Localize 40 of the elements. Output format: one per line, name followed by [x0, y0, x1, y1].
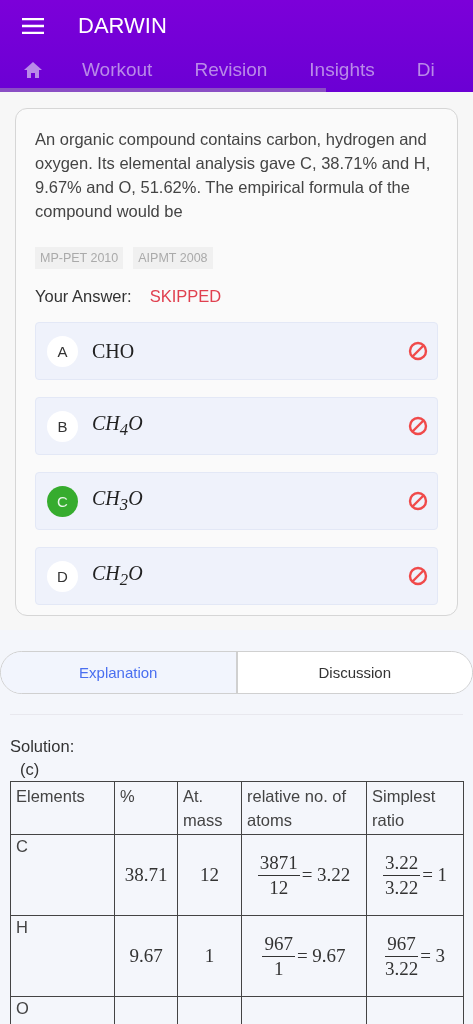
blocked-icon [408, 416, 428, 436]
column-header: Elements [10, 781, 115, 835]
option-formula: CH$_{2}$O [92, 562, 143, 584]
table-cell: C [16, 837, 28, 855]
option-letter: A [47, 335, 78, 367]
option-formula: CH$_{4}$O [92, 412, 143, 434]
table-cell: O [16, 999, 29, 1017]
solution-heading: Solution: [10, 737, 76, 756]
option-letter: D [47, 560, 78, 592]
solution-answer: (c) [20, 760, 41, 779]
segment-tab[interactable]: Discussion [235, 652, 472, 693]
home-icon [24, 62, 42, 78]
app-title: DARWIN [78, 13, 167, 39]
answer-option[interactable]: C CH$_{3}$O [35, 472, 438, 530]
table-cell: 12 [200, 864, 219, 885]
table-cell: H [16, 918, 28, 936]
answer-option[interactable]: D CH$_{2}$O [35, 547, 438, 605]
table-cell: 1 [204, 945, 215, 966]
exam-tag: AIPMT 2008 [133, 247, 213, 269]
column-header: % [114, 781, 178, 835]
answer-label: Your Answer: [35, 287, 132, 306]
menu-icon[interactable] [22, 18, 44, 34]
option-formula: CHO [92, 339, 135, 362]
answer-option[interactable]: A CHO [35, 322, 438, 380]
home-tab[interactable] [24, 62, 42, 78]
blocked-icon [408, 566, 428, 586]
column-header: Simplest ratio [366, 781, 464, 835]
column-header: relative no. of atoms [241, 781, 367, 835]
option-letter: B [47, 410, 78, 442]
option-letter: C [47, 485, 78, 517]
column-header: At. mass [177, 781, 242, 835]
question-text: An organic compound contains carbon, hydrogen and oxygen. Its elemental analysis gave C, 38.71% and H, 9.67% and O, 51.62%. The empirical formula of the compound would be [35, 129, 432, 222]
table-cell: 9.67 [129, 945, 163, 966]
answer-option[interactable]: B CH$_{4}$O [35, 397, 438, 455]
exam-tag: MP-PET 2010 [35, 247, 124, 269]
table-cell: 38.71 [124, 864, 168, 885]
blocked-icon [408, 491, 428, 511]
blocked-icon [408, 341, 428, 361]
option-formula: CH$_{3}$O [92, 487, 143, 509]
answer-status: SKIPPED [149, 287, 222, 306]
